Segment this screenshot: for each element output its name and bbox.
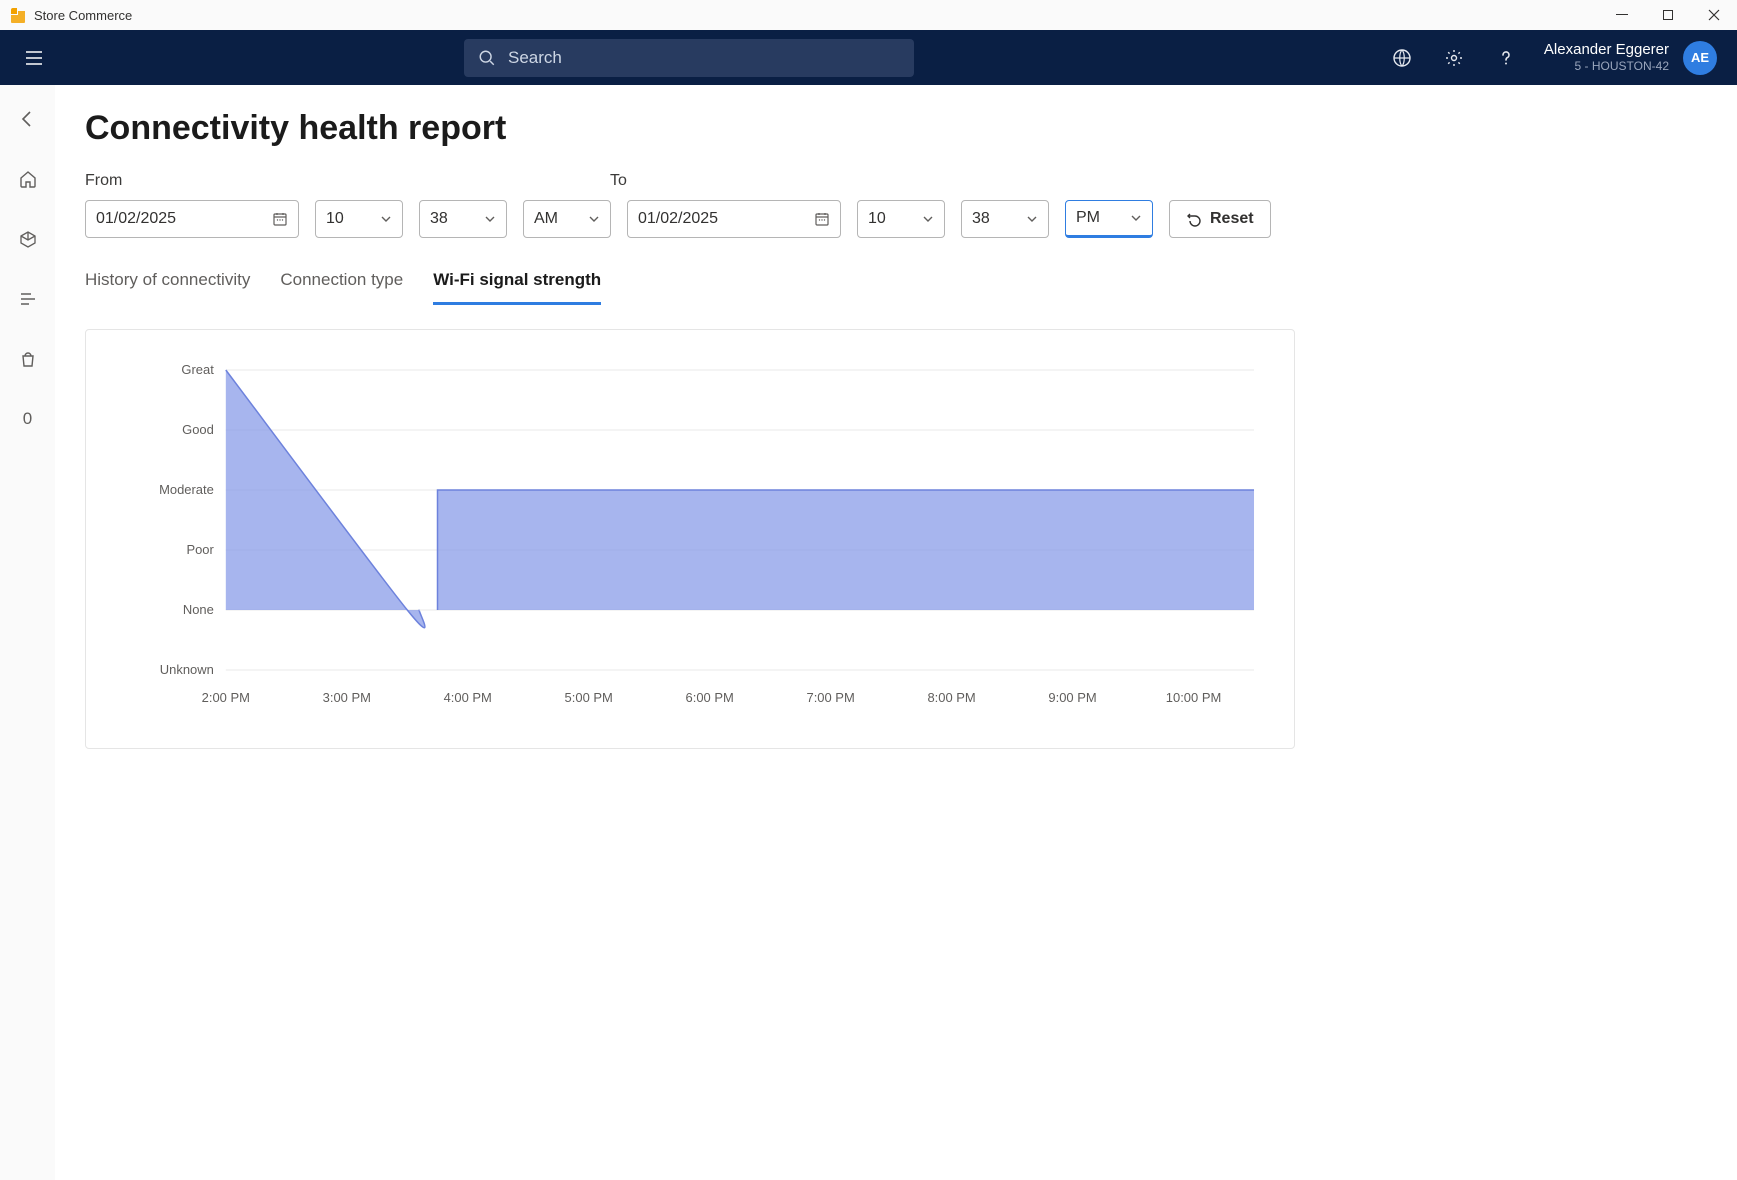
tab-history[interactable]: History of connectivity	[85, 270, 250, 305]
page-title: Connectivity health report	[85, 109, 1707, 148]
svg-text:5:00 PM: 5:00 PM	[565, 690, 613, 705]
reset-icon	[1186, 211, 1202, 227]
svg-text:4:00 PM: 4:00 PM	[444, 690, 492, 705]
tab-connection-type[interactable]: Connection type	[280, 270, 403, 305]
user-subtitle: 5 - HOUSTON-42	[1575, 59, 1669, 73]
title-bar: Store Commerce	[0, 0, 1737, 30]
list-button[interactable]	[12, 283, 44, 315]
app-brand-icon	[10, 7, 26, 23]
from-date-input[interactable]: 01/02/2025	[85, 200, 299, 238]
svg-text:6:00 PM: 6:00 PM	[686, 690, 734, 705]
home-button[interactable]	[12, 163, 44, 195]
search-icon	[478, 49, 496, 67]
inventory-button[interactable]	[12, 223, 44, 255]
window-maximize-button[interactable]	[1645, 0, 1691, 30]
to-ampm-select[interactable]: PM	[1065, 200, 1153, 238]
settings-button[interactable]	[1440, 44, 1468, 72]
svg-text:None: None	[183, 602, 214, 617]
tab-wifi-signal[interactable]: Wi-Fi signal strength	[433, 270, 601, 305]
svg-text:3:00 PM: 3:00 PM	[323, 690, 371, 705]
count-badge[interactable]: 0	[12, 403, 44, 435]
user-menu[interactable]: Alexander Eggerer 5 - HOUSTON-42 AE	[1544, 41, 1717, 75]
back-button[interactable]	[12, 103, 44, 135]
chevron-down-icon	[380, 213, 392, 225]
chevron-down-icon	[484, 213, 496, 225]
calendar-icon	[814, 211, 830, 227]
app-header: Alexander Eggerer 5 - HOUSTON-42 AE	[0, 30, 1737, 85]
search-box[interactable]	[464, 39, 914, 77]
left-rail: 0	[0, 85, 55, 1180]
calendar-icon	[272, 211, 288, 227]
page-content: Connectivity health report From To 01/02…	[55, 85, 1737, 1180]
hamburger-menu-button[interactable]	[20, 44, 48, 72]
reset-button[interactable]: Reset	[1169, 200, 1271, 238]
svg-text:Great: Great	[181, 362, 214, 377]
svg-text:Unknown: Unknown	[160, 662, 214, 677]
to-minute-select[interactable]: 38	[961, 200, 1049, 238]
chart-card: Unknown None Poor Moderate Good Great 2:00 PM 3…	[85, 329, 1295, 749]
chevron-down-icon	[1130, 212, 1142, 224]
svg-text:Moderate: Moderate	[159, 482, 214, 497]
svg-text:2:00 PM: 2:00 PM	[202, 690, 250, 705]
chevron-down-icon	[1026, 213, 1038, 225]
globe-button[interactable]	[1388, 44, 1416, 72]
tabs: History of connectivity Connection type …	[85, 270, 1707, 305]
to-hour-select[interactable]: 10	[857, 200, 945, 238]
svg-text:8:00 PM: 8:00 PM	[927, 690, 975, 705]
chevron-down-icon	[922, 213, 934, 225]
search-input[interactable]	[506, 47, 900, 69]
svg-text:Good: Good	[182, 422, 214, 437]
from-label: From	[85, 172, 610, 190]
chevron-down-icon	[588, 213, 600, 225]
from-minute-select[interactable]: 38	[419, 200, 507, 238]
svg-text:9:00 PM: 9:00 PM	[1048, 690, 1096, 705]
svg-text:10:00 PM: 10:00 PM	[1166, 690, 1221, 705]
avatar: AE	[1683, 41, 1717, 75]
to-date-input[interactable]: 01/02/2025	[627, 200, 841, 238]
from-hour-select[interactable]: 10	[315, 200, 403, 238]
help-button[interactable]	[1492, 44, 1520, 72]
window-minimize-button[interactable]	[1599, 0, 1645, 30]
user-name: Alexander Eggerer	[1544, 41, 1669, 59]
to-label: To	[610, 172, 627, 190]
svg-text:Poor: Poor	[186, 542, 214, 557]
window-title: Store Commerce	[34, 8, 132, 23]
wifi-signal-chart: Unknown None Poor Moderate Good Great 2:00 PM 3…	[116, 360, 1264, 720]
bag-button[interactable]	[12, 343, 44, 375]
window-close-button[interactable]	[1691, 0, 1737, 30]
svg-text:7:00 PM: 7:00 PM	[807, 690, 855, 705]
from-ampm-select[interactable]: AM	[523, 200, 611, 238]
